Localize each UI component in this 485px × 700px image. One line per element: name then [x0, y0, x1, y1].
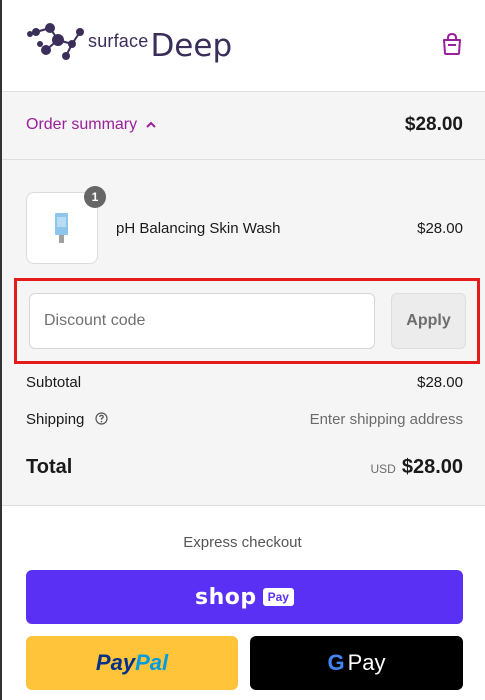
order-summary-toggle[interactable]: Order summary: [26, 116, 157, 134]
total-label: Total: [26, 456, 73, 478]
logo-text-surface: surface: [88, 31, 149, 51]
header: surface Deep: [2, 0, 485, 92]
apply-discount-button[interactable]: Apply: [391, 293, 466, 349]
order-summary-bar: Order summary $28.00: [2, 92, 485, 160]
google-pay-button[interactable]: G Pay: [250, 636, 463, 690]
order-summary-total: $28.00: [404, 114, 463, 135]
total-row: Total USD $28.00: [26, 456, 463, 479]
checkout-page: surface Deep Order summary $28.00 1 pH B…: [0, 0, 485, 700]
discount-code-input[interactable]: [29, 293, 375, 349]
shop-pay-wordmark: shop: [195, 584, 257, 610]
subtotal-row: Subtotal $28.00: [26, 374, 463, 391]
product-name: pH Balancing Skin Wash: [116, 220, 281, 237]
shop-pay-chip: Pay: [262, 588, 294, 606]
shopping-bag-icon[interactable]: [441, 32, 463, 56]
skin-wash-tube-image: [55, 213, 68, 243]
order-summary-label: Order summary: [26, 116, 138, 133]
discount-section-highlight: Apply: [14, 278, 480, 364]
chevron-up-icon: [146, 121, 156, 128]
line-item: 1 pH Balancing Skin Wash $28.00: [26, 186, 463, 264]
subtotal-label: Subtotal: [26, 374, 82, 391]
help-circle-icon[interactable]: [94, 412, 108, 425]
paypal-wordmark-pal: Pal: [135, 650, 169, 675]
paypal-wordmark-pay: Pay: [95, 650, 136, 675]
product-price: $28.00: [417, 220, 463, 237]
order-summary-panel: 1 pH Balancing Skin Wash $28.00 Apply Su…: [2, 160, 485, 506]
shipping-row: Shipping Enter shipping address: [26, 411, 463, 428]
shipping-value: Enter shipping address: [309, 411, 463, 428]
shipping-label: Shipping: [26, 411, 85, 428]
logo[interactable]: surface Deep: [26, 20, 232, 62]
google-pay-label: Pay: [347, 650, 386, 675]
logo-text-deep: Deep: [150, 28, 233, 64]
total-amount: USD $28.00: [370, 456, 463, 479]
molecule-logo-icon: [27, 23, 84, 60]
shop-pay-button[interactable]: shop Pay: [26, 570, 463, 624]
paypal-button[interactable]: Pay Pal: [26, 636, 238, 690]
currency-code: USD: [370, 462, 396, 476]
total-value: $28.00: [401, 456, 463, 478]
quantity-badge: 1: [84, 186, 106, 208]
subtotal-value: $28.00: [417, 374, 463, 391]
express-checkout-label: Express checkout: [183, 534, 302, 551]
google-g-icon: G: [327, 650, 345, 675]
